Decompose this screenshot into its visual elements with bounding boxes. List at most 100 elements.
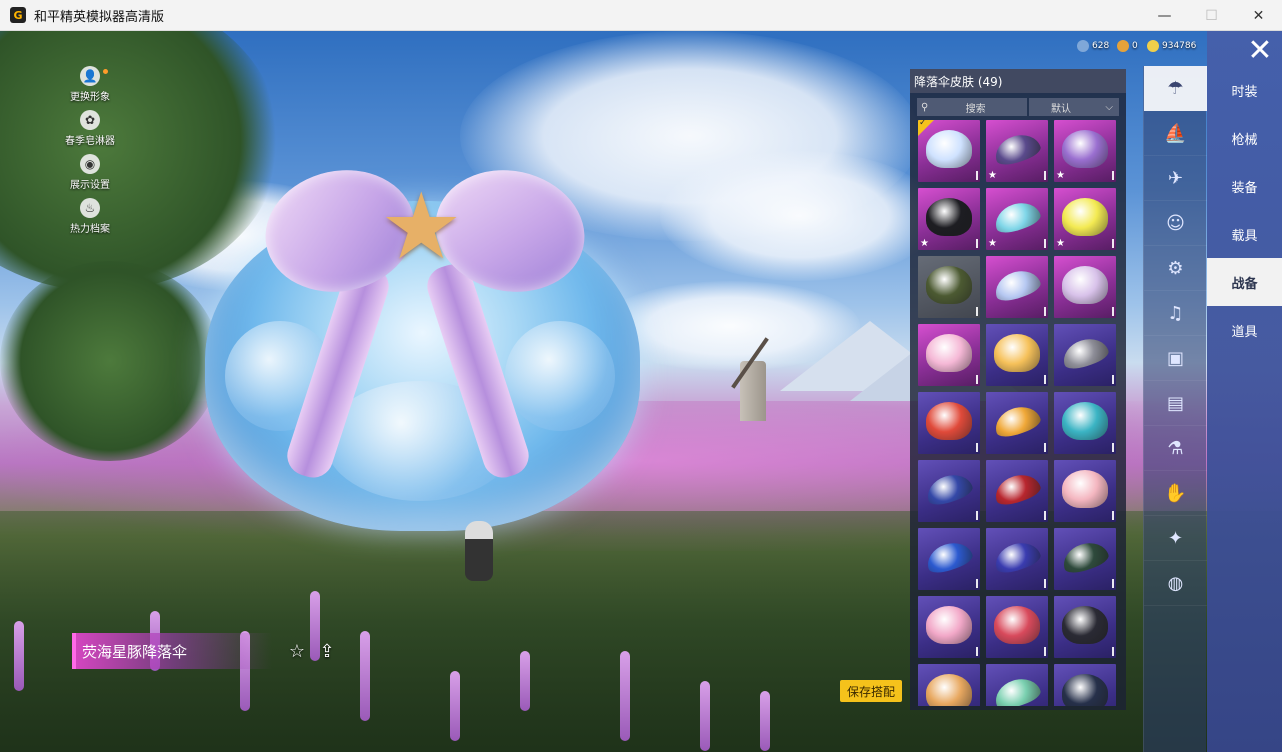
skin-tile[interactable] [986, 392, 1048, 454]
level-bar [1112, 239, 1114, 248]
tree [0, 261, 220, 461]
parachute-thumbnail [994, 334, 1040, 372]
lavender [14, 621, 24, 691]
skin-tile[interactable]: ★ [986, 120, 1048, 182]
level-bar [1112, 511, 1114, 520]
search-icon: ⚲ [921, 101, 929, 113]
tab-2[interactable]: 装备 [1207, 162, 1282, 210]
magic-wand-icon[interactable]: ✦ [1144, 516, 1207, 561]
level-bar [976, 443, 978, 452]
skin-tile[interactable] [986, 596, 1048, 658]
menu-item-2[interactable]: ✿ 春季皂淋器 [60, 110, 120, 154]
level-bar [976, 375, 978, 384]
skin-tile[interactable] [986, 460, 1048, 522]
parachute-thumbnail [991, 197, 1043, 237]
canopy-petal [505, 321, 615, 431]
boat-icon[interactable]: ⛵ [1144, 111, 1207, 156]
skin-tile[interactable] [918, 528, 980, 590]
lavender [360, 631, 370, 721]
hand-icon[interactable]: ✋ [1144, 471, 1207, 516]
parachute-thumbnail [926, 198, 972, 236]
parachute-thumbnail [926, 334, 972, 372]
skin-tile[interactable]: ✓ [918, 120, 980, 182]
parachute-thumbnail [1062, 130, 1108, 168]
sort-dropdown[interactable]: 默认 ⌵ [1029, 98, 1119, 116]
save-outfit-button[interactable]: 保存搭配 [840, 680, 902, 702]
skin-tile[interactable]: ★ [1054, 120, 1116, 182]
skin-tile[interactable] [918, 596, 980, 658]
display-settings-button[interactable]: ◉ 展示设置 [60, 154, 120, 198]
favorite-star-icon[interactable]: ☆ [286, 640, 308, 662]
parachute-thumbnail [926, 674, 972, 706]
menu-label: 展示设置 [70, 180, 110, 191]
skin-tile[interactable] [986, 256, 1048, 318]
level-bar [1044, 375, 1046, 384]
skin-tile[interactable] [918, 664, 980, 706]
parachute-thumbnail [1059, 333, 1111, 373]
emote-icon[interactable]: ☺ [1144, 201, 1207, 246]
star-icon: ★ [988, 170, 997, 181]
chat-icon[interactable]: ▣ [1144, 336, 1207, 381]
skin-tile[interactable] [986, 528, 1048, 590]
skin-tile[interactable] [986, 664, 1048, 706]
skin-tile[interactable] [918, 256, 980, 318]
checkmark-icon: ✓ [919, 120, 927, 128]
skin-tile[interactable]: ★ [986, 188, 1048, 250]
skin-tile[interactable]: ★ [1054, 188, 1116, 250]
tab-3[interactable]: 载具 [1207, 210, 1282, 258]
picture-icon[interactable]: ▤ [1144, 381, 1207, 426]
skin-tile[interactable] [986, 324, 1048, 386]
spray-icon[interactable]: ⚗ [1144, 426, 1207, 471]
tab-0[interactable]: 时装 [1207, 66, 1282, 114]
change-appearance-button[interactable]: 👤 更换形象 [60, 66, 120, 110]
parachute-thumbnail [991, 401, 1043, 441]
parachute-preview: ★ [205, 156, 640, 531]
level-bar [1044, 443, 1046, 452]
skin-tile[interactable] [1054, 460, 1116, 522]
share-icon[interactable]: ⇪ [316, 640, 338, 662]
skin-tile[interactable] [1054, 392, 1116, 454]
level-bar [1112, 375, 1114, 384]
minimize-button[interactable]: — [1141, 0, 1188, 31]
parachute-thumbnail [1062, 266, 1108, 304]
category-tabs: 时装 枪械 装备 载具 战备 道具 [1207, 31, 1282, 752]
skin-tile[interactable] [1054, 596, 1116, 658]
speaker-icon[interactable]: ♫ [1144, 291, 1207, 336]
tab-1[interactable]: 枪械 [1207, 114, 1282, 162]
parachute-thumbnail [991, 265, 1043, 305]
level-bar [976, 171, 978, 180]
parachute-thumbnail [926, 266, 972, 304]
maximize-button[interactable]: ☐ [1188, 0, 1235, 31]
search-input[interactable]: ⚲ 搜索 [917, 98, 1027, 116]
ufo-icon[interactable]: ◍ [1144, 561, 1207, 606]
skin-tile[interactable] [918, 460, 980, 522]
skin-tile[interactable] [1054, 528, 1116, 590]
skin-tile[interactable] [1054, 256, 1116, 318]
parachute-thumbnail [926, 606, 972, 644]
category-icon-rail: ☂ ⛵ ✈ ☺ ⚙ ♫ ▣ ▤ ⚗ ✋ ✦ ◍ [1143, 66, 1207, 752]
parachute-thumbnail [923, 537, 975, 577]
heat-profile-button[interactable]: ♨ 热力档案 [60, 198, 120, 242]
silver-coin-icon [1077, 40, 1089, 52]
close-icon[interactable]: ✕ [1240, 32, 1280, 68]
level-bar [1044, 171, 1046, 180]
parachute-thumbnail [1062, 606, 1108, 644]
skin-tile[interactable] [918, 392, 980, 454]
skin-tile[interactable] [1054, 664, 1116, 706]
level-bar [1044, 511, 1046, 520]
skin-tile[interactable]: ★ [918, 188, 980, 250]
level-bar [976, 579, 978, 588]
lavender [760, 691, 770, 751]
gear-icon: ✿ [80, 110, 100, 130]
tab-4[interactable]: 战备 [1207, 258, 1282, 306]
parachute-icon[interactable]: ☂ [1144, 66, 1207, 111]
tab-5[interactable]: 道具 [1207, 306, 1282, 354]
skin-tile[interactable] [918, 324, 980, 386]
close-window-button[interactable]: ✕ [1235, 0, 1282, 31]
skin-tile[interactable] [1054, 324, 1116, 386]
robot-icon[interactable]: ⚙ [1144, 246, 1207, 291]
parachute-rider [465, 521, 493, 581]
tab-list: 时装 枪械 装备 载具 战备 道具 [1207, 66, 1282, 354]
airplane-icon[interactable]: ✈ [1144, 156, 1207, 201]
parachute-skin-panel: 降落伞皮肤 (49) ⚲ 搜索 默认 ⌵ ✓ ★ ★ ★ ★ ★ [910, 69, 1126, 710]
